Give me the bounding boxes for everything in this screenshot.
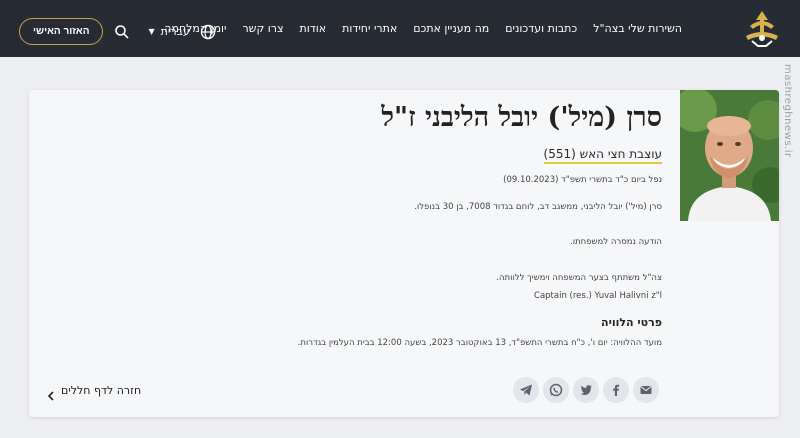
email-icon[interactable] xyxy=(633,377,659,403)
english-name: Captain (res.) Yuval Halivni z"l xyxy=(534,291,662,301)
main-nav: השירות שלי בצה"ל כתבות ועדכונים מה מעניי… xyxy=(156,0,682,57)
site-header: השירות שלי בצה"ל כתבות ועדכונים מה מעניי… xyxy=(0,0,800,57)
globe-icon[interactable] xyxy=(200,24,216,40)
date-of-death: נפל ביום כ"ד בתשרי תשפ"ד (09.10.2023) xyxy=(503,175,662,185)
fallen-soldier-card: סרן (מיל') יובל הליבני ז"ל עוצבת חצי האש… xyxy=(29,90,779,417)
soldier-description: סרן (מיל') יובל הליבני, ממשגב דב, לוחם ב… xyxy=(414,202,662,212)
twitter-icon[interactable] xyxy=(573,377,599,403)
soldier-photo xyxy=(680,90,779,221)
nav-item-interests[interactable]: מה מעניין אתכם xyxy=(405,22,497,35)
family-notified-text: הודעה נמסרה למשפחתו. xyxy=(570,237,662,247)
whatsapp-icon[interactable] xyxy=(543,377,569,403)
language-label: עברית xyxy=(160,25,190,38)
chevron-left-icon xyxy=(47,386,55,401)
idf-logo-icon[interactable] xyxy=(738,8,786,50)
personal-area-button[interactable]: האזור האישי xyxy=(19,18,104,45)
watermark: mashreghnews.ir xyxy=(779,58,800,168)
telegram-icon[interactable] xyxy=(513,377,539,403)
chevron-down-icon: ▼ xyxy=(148,27,155,36)
back-link-label: חזרה לדף חללים xyxy=(61,384,142,397)
funeral-section-title: פרטי הלוויה xyxy=(601,316,662,329)
nav-item-about[interactable]: אודות xyxy=(292,22,335,35)
nav-item-unit-sites[interactable]: אתרי יחידות xyxy=(334,22,405,35)
nav-item-articles[interactable]: כתבות ועדכונים xyxy=(497,22,585,35)
facebook-icon[interactable] xyxy=(603,377,629,403)
back-to-fallen-page-link[interactable]: חזרה לדף חללים xyxy=(47,384,142,401)
watermark-text: mashreghnews.ir xyxy=(782,64,793,158)
page-title: סרן (מיל') יובל הליבני ז"ל xyxy=(381,102,662,133)
nav-item-my-service[interactable]: השירות שלי בצה"ל xyxy=(585,22,682,35)
search-icon[interactable] xyxy=(114,24,130,40)
header-actions: האזור האישי ▼ עברית xyxy=(19,18,216,45)
nav-item-contact[interactable]: צרו קשר xyxy=(234,22,291,35)
condolence-text: צה"ל משתתף בצער המשפחה וימשיך ללוותה. xyxy=(496,273,662,283)
share-bar xyxy=(513,377,659,403)
language-selector[interactable]: ▼ עברית xyxy=(148,25,189,38)
unit-name[interactable]: עוצבת חצי האש (551) xyxy=(543,147,662,164)
funeral-details: מועד ההלוויה: יום ו', כ"ח בתשרי התשפ"ד, … xyxy=(297,338,662,348)
